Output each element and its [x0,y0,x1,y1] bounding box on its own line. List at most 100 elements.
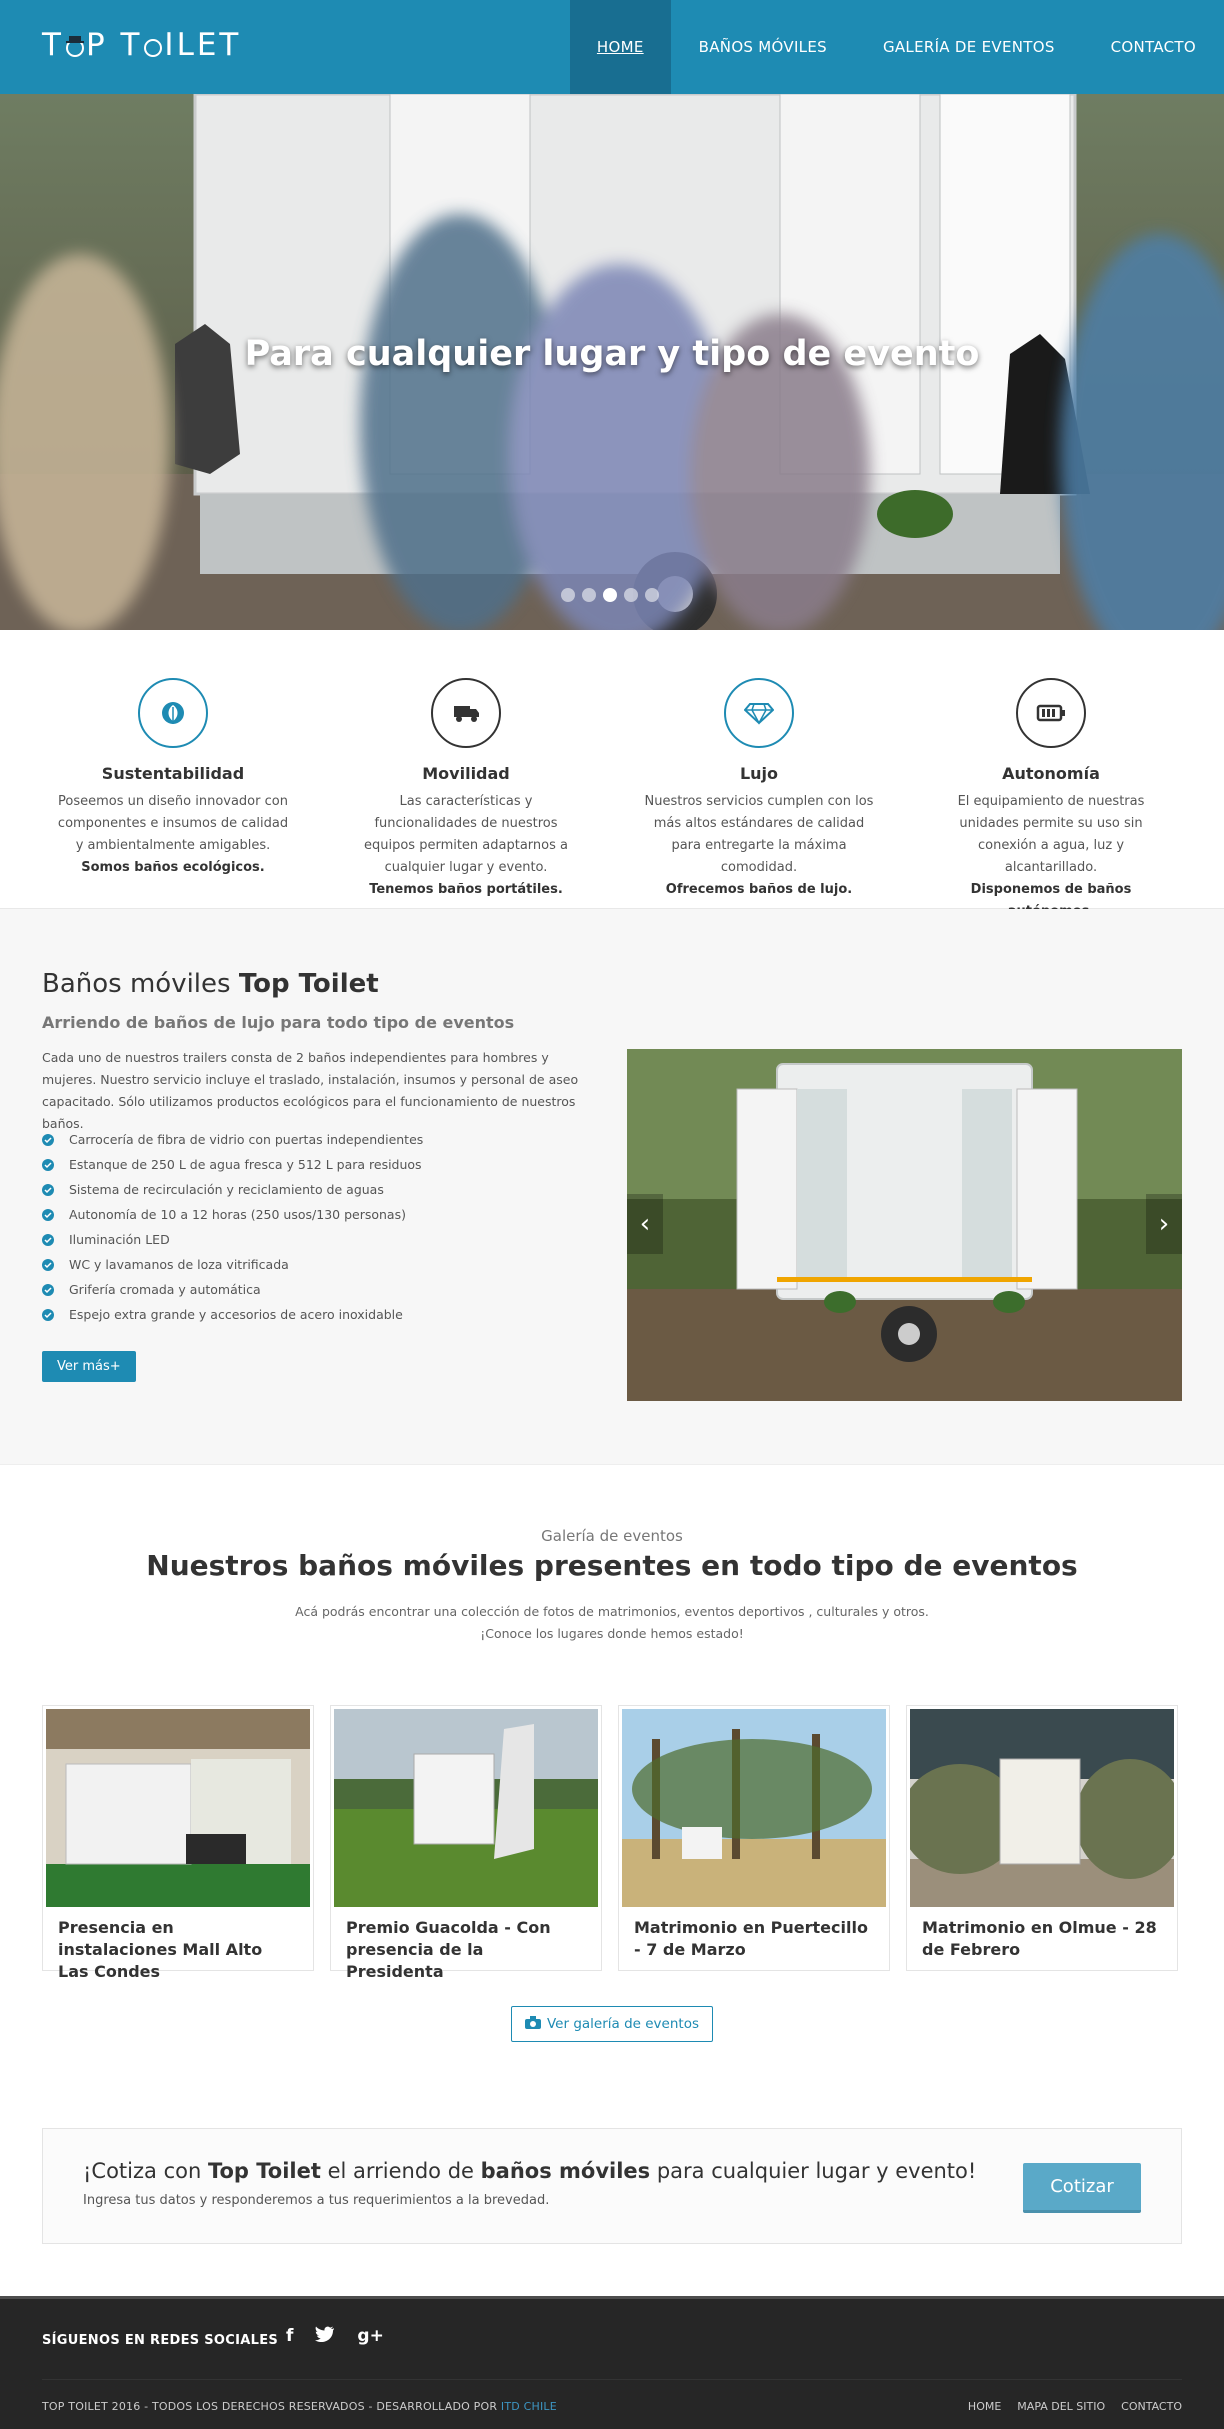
quote-title-bold: baños móviles [480,2159,651,2183]
nav-galeria[interactable]: GALERÍA DE EVENTOS [855,0,1083,94]
gallery-card-title: Premio Guacolda - Con presencia de la Pr… [346,1918,551,1981]
list-item: Sistema de recirculación y reciclamiento… [42,1177,423,1202]
gallery-title-bold: baños móviles [298,1549,525,1582]
gallery-card[interactable]: Presencia en instalaciones Mall Alto Las… [42,1705,314,1981]
feature-strong: Tenemos baños portátiles. [369,882,563,897]
feature-movilidad: Movilidad Las características y funciona… [347,678,585,901]
list-item-text: WC y lavamanos de loza vitrificada [69,1257,289,1272]
gallery-intro-line-2: ¡Conoce los lugares donde hemos estado! [480,1626,744,1641]
gallery-card-image [910,1709,1174,1907]
diamond-icon [724,678,794,748]
leaf-icon [138,678,208,748]
ver-galeria-button[interactable]: Ver galería de eventos [511,2006,713,2042]
slider-dot-3[interactable] [603,588,617,602]
google-plus-icon[interactable]: g+ [357,2326,383,2347]
feature-text: Poseemos un diseño innovador con compone… [57,794,289,853]
list-item: WC y lavamanos de loza vitrificada [42,1252,423,1277]
truck-icon [431,678,501,748]
feature-title: Lujo [739,764,779,783]
gallery-kicker: Galería de eventos [541,1527,683,1545]
page: TP T ILET HOME BAÑOS MÓVILES GALERÍA DE E… [0,0,1224,2429]
footer-link-mapa[interactable]: MAPA DEL SITIO [1017,2400,1105,2413]
gallery-title-post: presentes en todo tipo de eventos [524,1549,1078,1582]
features: Sustentabilidad Poseemos un diseño innov… [0,630,1224,919]
list-item: Carrocería de fibra de vidrio con puerta… [42,1127,423,1152]
footer-links: HOME MAPA DEL SITIO CONTACTO [968,2400,1182,2413]
check-icon [42,1258,54,1271]
gallery-card[interactable]: Matrimonio en Olmue - 28 de Febrero [906,1705,1178,1971]
gallery-card[interactable]: Matrimonio en Puertecillo - 7 de Marzo [618,1705,890,1971]
check-icon [42,1233,54,1246]
list-item-text: Espejo extra grande y accesorios de acer… [69,1307,403,1322]
feature-title: Autonomía [1002,764,1100,783]
check-icon [42,1133,54,1146]
feature-text: El equipamiento de nuestras unidades per… [957,794,1145,875]
about-subtitle: Arriendo de baños de lujo para todo tipo… [42,1013,515,1032]
camera-icon [524,2015,541,2033]
slider-dot-2[interactable] [582,588,596,602]
hero-slider: Para cualquier lugar y tipo de evento [0,94,1224,630]
feature-strong: Somos baños ecológicos. [81,860,265,875]
gallery-title-pre: Nuestros [146,1549,299,1582]
gallery-intro-line-1: Acá podrás encontrar una colección de fo… [295,1604,929,1619]
check-icon [42,1158,54,1171]
slider-dot-5[interactable] [645,588,659,602]
check-icon [42,1208,54,1221]
about-description: Cada uno de nuestros trailers consta de … [42,1050,579,1131]
gallery-card-image [46,1709,310,1907]
list-item: Autonomía de 10 a 12 horas (250 usos/130… [42,1202,423,1227]
nav-home[interactable]: HOME [569,0,671,94]
battery-icon [1016,678,1086,748]
social-links: f g+ [286,2326,384,2347]
quote-title: ¡Cotiza con Top Toilet el arriendo de ba… [83,2159,976,2183]
carousel-prev-button[interactable]: ‹ [627,1194,663,1254]
cotizar-button[interactable]: Cotizar [1023,2163,1141,2213]
gallery-cards: Presencia en instalaciones Mall Alto Las… [42,1705,1178,1981]
hero-caption: Para cualquier lugar y tipo de evento [244,334,980,374]
ver-mas-button[interactable]: Ver más+ [42,1351,136,1382]
gallery-card-image [622,1709,886,1907]
logo[interactable]: TP T ILET [42,27,241,63]
list-item-text: Sistema de recirculación y reciclamiento… [69,1182,384,1197]
quote-title-part: el arriendo de [320,2159,481,2183]
quote-title-bold: Top Toilet [207,2159,321,2183]
trailer-photo [627,1049,1182,1401]
gallery-card-title: Matrimonio en Olmue - 28 de Febrero [922,1918,1157,1959]
about-title-bold: Top Toilet [238,969,379,999]
feature-strong: Ofrecemos baños de lujo. [665,882,853,897]
copyright-text: TOP TOILET 2016 - TODOS LOS DERECHOS RES… [42,2400,501,2413]
gallery-intro: Acá podrás encontrar una colección de fo… [0,1601,1224,1645]
developer-link[interactable]: ITD CHILE [501,2400,557,2413]
carousel-next-button[interactable]: › [1146,1194,1182,1254]
footer-divider [42,2379,1182,2380]
slider-dots [561,588,659,602]
footer-link-home[interactable]: HOME [968,2400,1001,2413]
footer-link-contacto[interactable]: CONTACTO [1121,2400,1182,2413]
gallery-card[interactable]: Premio Guacolda - Con presencia de la Pr… [330,1705,602,1981]
list-item-text: Estanque de 250 L de agua fresca y 512 L… [69,1157,422,1172]
nav-contacto[interactable]: CONTACTO [1083,0,1224,94]
feature-text: Nuestros servicios cumplen con los más a… [644,794,874,875]
social-title: SÍGUENOS EN REDES SOCIALES [42,2333,279,2348]
quote-section: ¡Cotiza con Top Toilet el arriendo de ba… [0,2128,1224,2308]
copyright: TOP TOILET 2016 - TODOS LOS DERECHOS RES… [42,2400,557,2413]
facebook-icon[interactable]: f [286,2326,293,2347]
slider-dot-1[interactable] [561,588,575,602]
gallery-card-image [334,1709,598,1907]
quote-subtitle: Ingresa tus datos y responderemos a tus … [83,2193,550,2208]
slider-dot-4[interactable] [624,588,638,602]
list-item: Estanque de 250 L de agua fresca y 512 L… [42,1152,423,1177]
feature-sustentabilidad: Sustentabilidad Poseemos un diseño innov… [54,678,292,879]
feature-text: Las características y funcionalidades de… [363,794,568,875]
about-section: Baños móviles Top Toilet Arriendo de bañ… [0,909,1224,1465]
check-icon [42,1308,54,1321]
twitter-icon[interactable] [315,2326,335,2347]
nav-banos-moviles[interactable]: BAÑOS MÓVILES [671,0,855,94]
list-item-text: Autonomía de 10 a 12 horas (250 usos/130… [69,1207,406,1222]
list-item: Iluminación LED [42,1227,423,1252]
check-icon [42,1283,54,1296]
about-photo-carousel: ‹ › [627,1049,1182,1401]
ver-galeria-label: Ver galería de eventos [546,2016,699,2032]
feature-list: Carrocería de fibra de vidrio con puerta… [42,1127,423,1327]
quote-title-part: ¡Cotiza con [83,2159,208,2183]
